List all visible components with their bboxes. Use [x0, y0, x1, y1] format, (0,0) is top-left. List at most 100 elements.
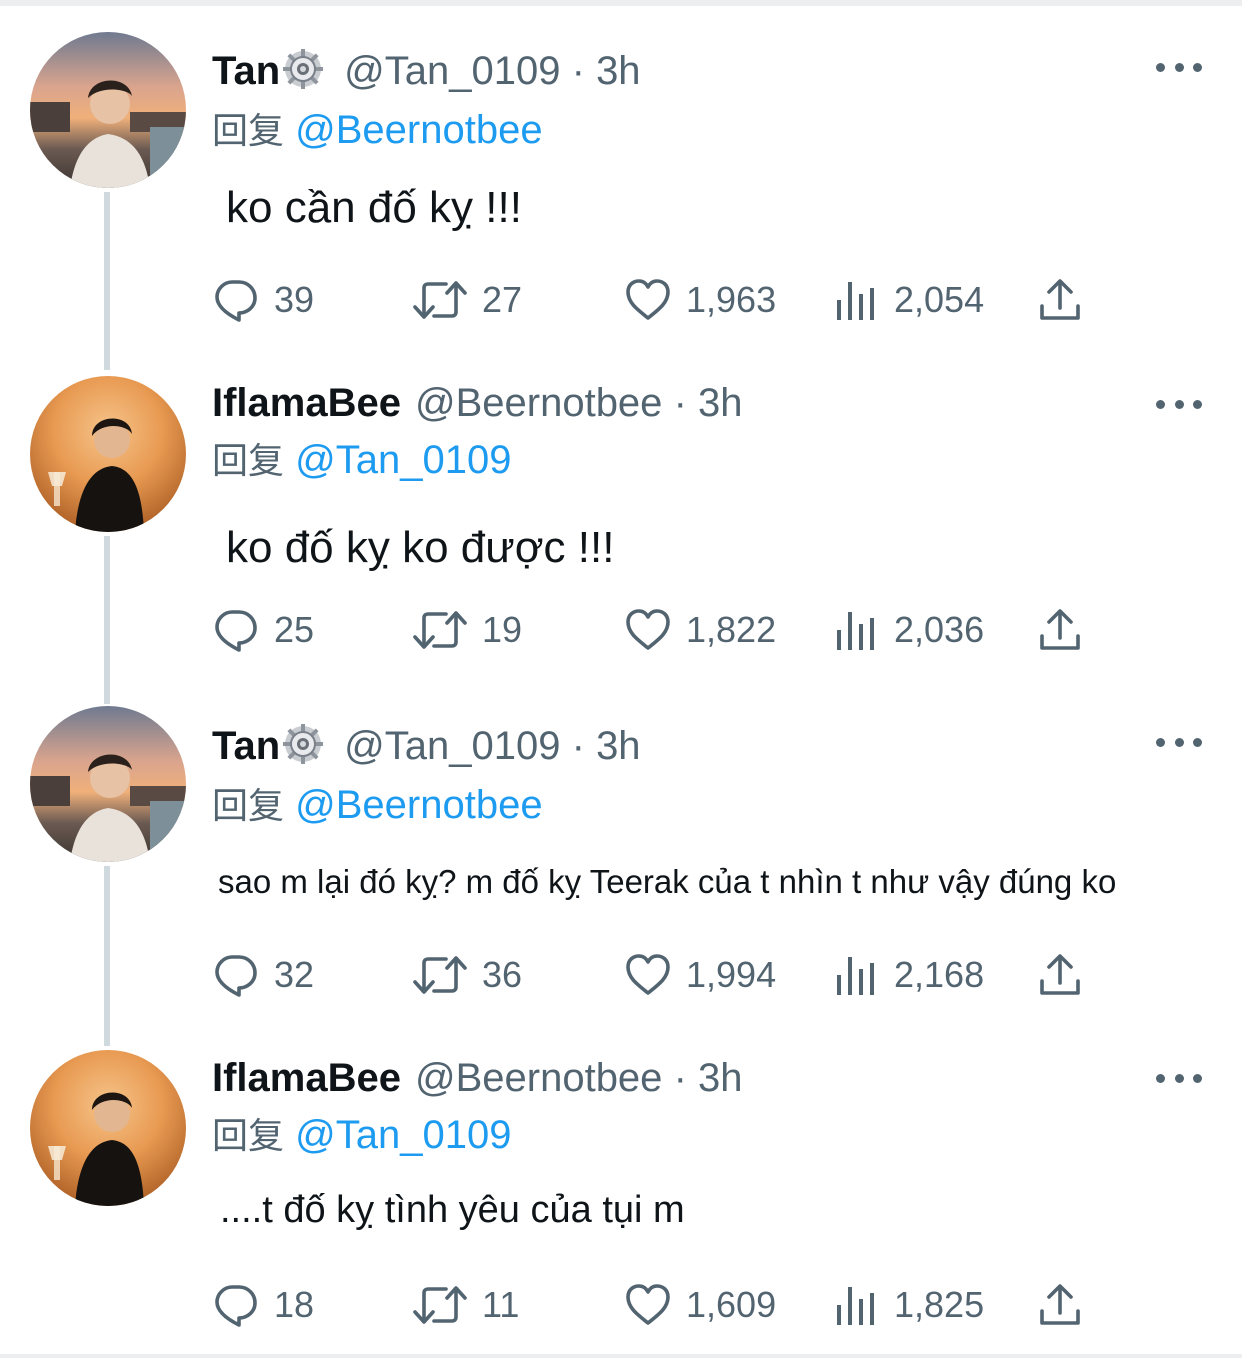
- share-button[interactable]: [1036, 602, 1098, 658]
- display-name[interactable]: Tan: [212, 724, 280, 768]
- reply-mention[interactable]: @Beernotbee: [295, 108, 542, 152]
- reply-icon: [212, 1281, 260, 1329]
- tweet-header: Tan @Tan_0109 · 3h: [212, 722, 641, 770]
- bottom-divider: [0, 1354, 1242, 1358]
- gear-badge-icon: [282, 723, 324, 765]
- reply-button[interactable]: 39: [212, 272, 314, 328]
- more-icon[interactable]: [1156, 732, 1202, 752]
- replying-to: 回复 @Tan_0109: [212, 436, 511, 486]
- tweet-text: ko đố kỵ ko được !!!: [226, 523, 615, 572]
- reply-button[interactable]: 32: [212, 947, 314, 1003]
- retweet-icon: [412, 951, 468, 999]
- retweet-button[interactable]: 11: [412, 1277, 519, 1333]
- tweet-text: sao m lại đó kỵ? m đố kỵ Teerak của t nh…: [218, 863, 1117, 900]
- share-button[interactable]: [1036, 272, 1098, 328]
- separator-dot: ·: [571, 49, 585, 93]
- tweet-actions: 25 19 1,822 2,036: [212, 602, 1112, 658]
- display-name[interactable]: IflamaBee: [212, 381, 401, 425]
- reply-prefix: 回复: [212, 786, 285, 827]
- timestamp[interactable]: 3h: [698, 381, 743, 425]
- avatar[interactable]: [30, 376, 186, 532]
- display-name[interactable]: IflamaBee: [212, 1056, 401, 1100]
- separator-dot: ·: [673, 381, 687, 425]
- reply-mention[interactable]: @Tan_0109: [295, 1113, 511, 1157]
- retweet-count: 11: [482, 1284, 520, 1325]
- like-count: 1,609: [686, 1284, 777, 1325]
- thread-line: [104, 192, 110, 370]
- like-icon: [624, 606, 672, 654]
- share-button[interactable]: [1036, 947, 1098, 1003]
- tweet-text: ....t đố kỵ tình yêu của tụi m: [220, 1189, 685, 1231]
- retweet-icon: [412, 606, 468, 654]
- avatar[interactable]: [30, 1050, 186, 1206]
- reply-icon: [212, 951, 260, 999]
- replying-to: 回复 @Beernotbee: [212, 106, 543, 156]
- tweet-header: IflamaBee @Beernotbee · 3h: [212, 379, 743, 427]
- retweet-button[interactable]: 36: [412, 947, 522, 1003]
- reply-prefix: 回复: [212, 441, 285, 482]
- like-icon: [624, 276, 672, 324]
- avatar[interactable]: [30, 32, 186, 188]
- tweet-actions: 39 27 1,963 2,054: [212, 272, 1112, 328]
- top-divider: [0, 0, 1242, 6]
- avatar[interactable]: [30, 706, 186, 862]
- thread-line: [104, 536, 110, 704]
- timestamp[interactable]: 3h: [596, 724, 641, 768]
- gear-badge-icon: [282, 48, 324, 90]
- views-icon: [832, 1281, 880, 1329]
- like-button[interactable]: 1,994: [624, 947, 776, 1003]
- user-handle[interactable]: @Tan_0109: [344, 724, 560, 768]
- retweet-button[interactable]: 19: [412, 602, 522, 658]
- like-button[interactable]: 1,822: [624, 602, 776, 658]
- retweet-count: 27: [482, 279, 523, 320]
- user-handle[interactable]: @Tan_0109: [344, 49, 560, 93]
- like-button[interactable]: 1,609: [624, 1277, 776, 1333]
- views-icon: [832, 276, 880, 324]
- views-button[interactable]: 1,825: [832, 1277, 984, 1333]
- view-count: 1,825: [894, 1284, 985, 1325]
- replying-to: 回复 @Tan_0109: [212, 1111, 511, 1161]
- timestamp[interactable]: 3h: [596, 49, 641, 93]
- tweet-text: ko cần đố kỵ !!!: [226, 183, 522, 232]
- reply-count: 32: [274, 954, 315, 995]
- tweet-actions: 32 36 1,994 2,168: [212, 947, 1112, 1003]
- reply-mention[interactable]: @Beernotbee: [295, 783, 542, 827]
- more-icon[interactable]: [1156, 394, 1202, 414]
- reply-prefix: 回复: [212, 111, 285, 152]
- like-icon: [624, 951, 672, 999]
- reply-mention[interactable]: @Tan_0109: [295, 438, 511, 482]
- tweet-header: IflamaBee @Beernotbee · 3h: [212, 1054, 743, 1102]
- share-icon: [1036, 276, 1084, 324]
- user-handle[interactable]: @Beernotbee: [415, 1056, 662, 1100]
- share-icon: [1036, 951, 1084, 999]
- like-count: 1,994: [686, 954, 777, 995]
- retweet-count: 19: [482, 609, 523, 650]
- views-button[interactable]: 2,054: [832, 272, 984, 328]
- view-count: 2,168: [894, 954, 985, 995]
- reply-button[interactable]: 18: [212, 1277, 314, 1333]
- more-icon[interactable]: [1156, 57, 1202, 77]
- views-icon: [832, 951, 880, 999]
- reply-prefix: 回复: [212, 1116, 285, 1157]
- retweet-button[interactable]: 27: [412, 272, 522, 328]
- view-count: 2,054: [894, 279, 985, 320]
- timestamp[interactable]: 3h: [698, 1056, 743, 1100]
- like-count: 1,963: [686, 279, 777, 320]
- display-name[interactable]: Tan: [212, 49, 280, 93]
- reply-button[interactable]: 25: [212, 602, 314, 658]
- like-button[interactable]: 1,963: [624, 272, 776, 328]
- views-button[interactable]: 2,168: [832, 947, 984, 1003]
- reply-icon: [212, 276, 260, 324]
- like-icon: [624, 1281, 672, 1329]
- user-handle[interactable]: @Beernotbee: [415, 381, 662, 425]
- reply-icon: [212, 606, 260, 654]
- share-button[interactable]: [1036, 1277, 1098, 1333]
- share-icon: [1036, 606, 1084, 654]
- separator-dot: ·: [571, 724, 585, 768]
- retweet-count: 36: [482, 954, 523, 995]
- thread-line: [104, 866, 110, 1046]
- share-icon: [1036, 1281, 1084, 1329]
- views-button[interactable]: 2,036: [832, 602, 984, 658]
- more-icon[interactable]: [1156, 1068, 1202, 1088]
- reply-count: 39: [274, 279, 315, 320]
